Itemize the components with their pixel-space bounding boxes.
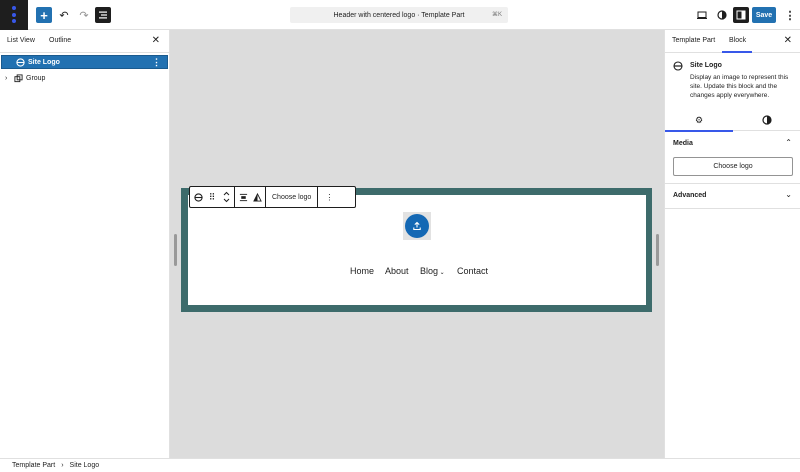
block-toolbar-group [235,187,266,207]
styles-tab[interactable] [760,113,774,127]
chevron-down-icon[interactable]: ⌄ [785,190,792,199]
settings-toggle-button[interactable] [733,7,749,23]
half-circle-icon [762,115,772,125]
chevron-right-icon[interactable]: › [5,75,7,82]
list-item-site-logo[interactable]: Site Logo ⋮ [1,55,168,69]
undo-button[interactable]: ↶ [56,7,72,23]
settings-tabs: Template Part Block ✕ [665,30,800,53]
media-panel: Media ⌃ Choose logo [665,132,800,184]
breadcrumb-item[interactable]: Site Logo [70,462,100,469]
undo-icon: ↶ [59,9,69,22]
nav-link-about[interactable]: About [385,266,409,276]
panel-title: Advanced [673,192,707,199]
site-icon [9,6,19,24]
choose-logo-toolbar-button[interactable]: Choose logo [269,194,314,201]
command-shortcut: ⌘K [491,12,502,18]
nav-link-label: Blog [420,266,439,276]
chevron-right-icon: › [61,462,64,469]
site-logo-icon[interactable] [193,192,203,202]
move-up-down-icon[interactable] [221,191,231,203]
breadcrumb: Template Part › Site Logo [0,458,800,472]
site-icon-button[interactable] [0,0,28,30]
upload-logo-button[interactable] [405,214,429,238]
upload-icon [413,221,421,231]
chevron-down-icon: ⌄ [438,270,445,276]
tab-template-part[interactable]: Template Part [672,37,715,44]
align-center-icon[interactable] [238,192,248,202]
block-toolbar-group: Choose logo [266,187,319,207]
gear-icon: ⚙ [694,114,704,125]
tab-list-view[interactable]: List View [7,37,35,44]
chevron-up-icon[interactable]: ⌃ [785,138,792,147]
breadcrumb-item[interactable]: Template Part [12,462,55,469]
choose-logo-button[interactable]: Choose logo [673,157,793,176]
panel-title[interactable]: Media [673,140,693,147]
list-item-group[interactable]: › Group [0,71,170,85]
list-view-panel: List View Outline ✕ Site Logo ⋮ › Group [0,30,170,458]
nav-link-contact[interactable]: Contact [457,266,488,276]
nav-link-home[interactable]: Home [350,266,374,276]
settings-tab[interactable]: ⚙ [692,113,706,127]
tab-block[interactable]: Block [729,37,746,44]
block-card-title: Site Logo [690,62,722,69]
active-tab-indicator [722,51,752,53]
block-toolbar-group: ⠿ [190,187,235,207]
redo-button[interactable]: ↷ [76,7,92,23]
preview-button[interactable] [694,7,710,23]
tab-outline[interactable]: Outline [49,37,71,44]
list-item-label: Site Logo [28,58,60,66]
sidebar-icon [736,10,746,20]
close-icon[interactable]: ✕ [784,35,792,46]
resize-handle-right[interactable] [656,234,659,266]
list-view-tabs: List View Outline ✕ [0,30,169,53]
block-card-description: Display an image to represent this site.… [690,74,789,99]
settings-sidebar: Template Part Block ✕ Site Logo Display … [664,30,800,458]
redo-icon: ↷ [79,9,89,22]
options-button[interactable]: ⋮ [782,7,798,23]
list-item-label: Group [26,74,46,82]
desktop-icon [697,11,707,19]
nav-link-blog[interactable]: Blog ⌄ [420,266,445,276]
site-logo-icon [15,57,25,67]
more-vertical-icon[interactable]: ⋮ [321,192,337,202]
plus-icon: + [40,7,48,23]
editor-topbar: + ↶ ↷ Header with centered logo · Templa… [0,0,800,30]
document-overview-button[interactable] [95,7,111,23]
save-button[interactable]: Save [752,7,776,23]
drag-handle-icon[interactable]: ⠿ [207,192,217,202]
site-logo-placeholder[interactable] [403,212,431,240]
close-icon[interactable]: ✕ [152,35,160,46]
advanced-panel[interactable]: Advanced ⌄ [665,184,800,209]
document-title: Header with centered logo · Template Par… [333,11,465,19]
block-toolbar: ⠿ Choose logo ⋮ [189,186,356,208]
duotone-icon[interactable] [252,192,262,202]
list-view-icon [99,11,107,19]
half-circle-icon [717,10,727,20]
document-title-bar[interactable]: Header with centered logo · Template Par… [290,7,508,23]
block-toolbar-group: ⋮ [318,187,340,207]
more-vertical-icon[interactable]: ⋮ [152,57,161,68]
group-icon [13,73,23,83]
more-vertical-icon: ⋮ [784,9,796,22]
inspector-tabs: ⚙ [665,109,800,131]
site-logo-icon [673,61,683,71]
styles-button[interactable] [714,7,730,23]
add-block-button[interactable]: + [36,7,52,23]
resize-handle-left[interactable] [174,234,177,266]
block-card: Site Logo Display an image to represent … [665,55,800,110]
